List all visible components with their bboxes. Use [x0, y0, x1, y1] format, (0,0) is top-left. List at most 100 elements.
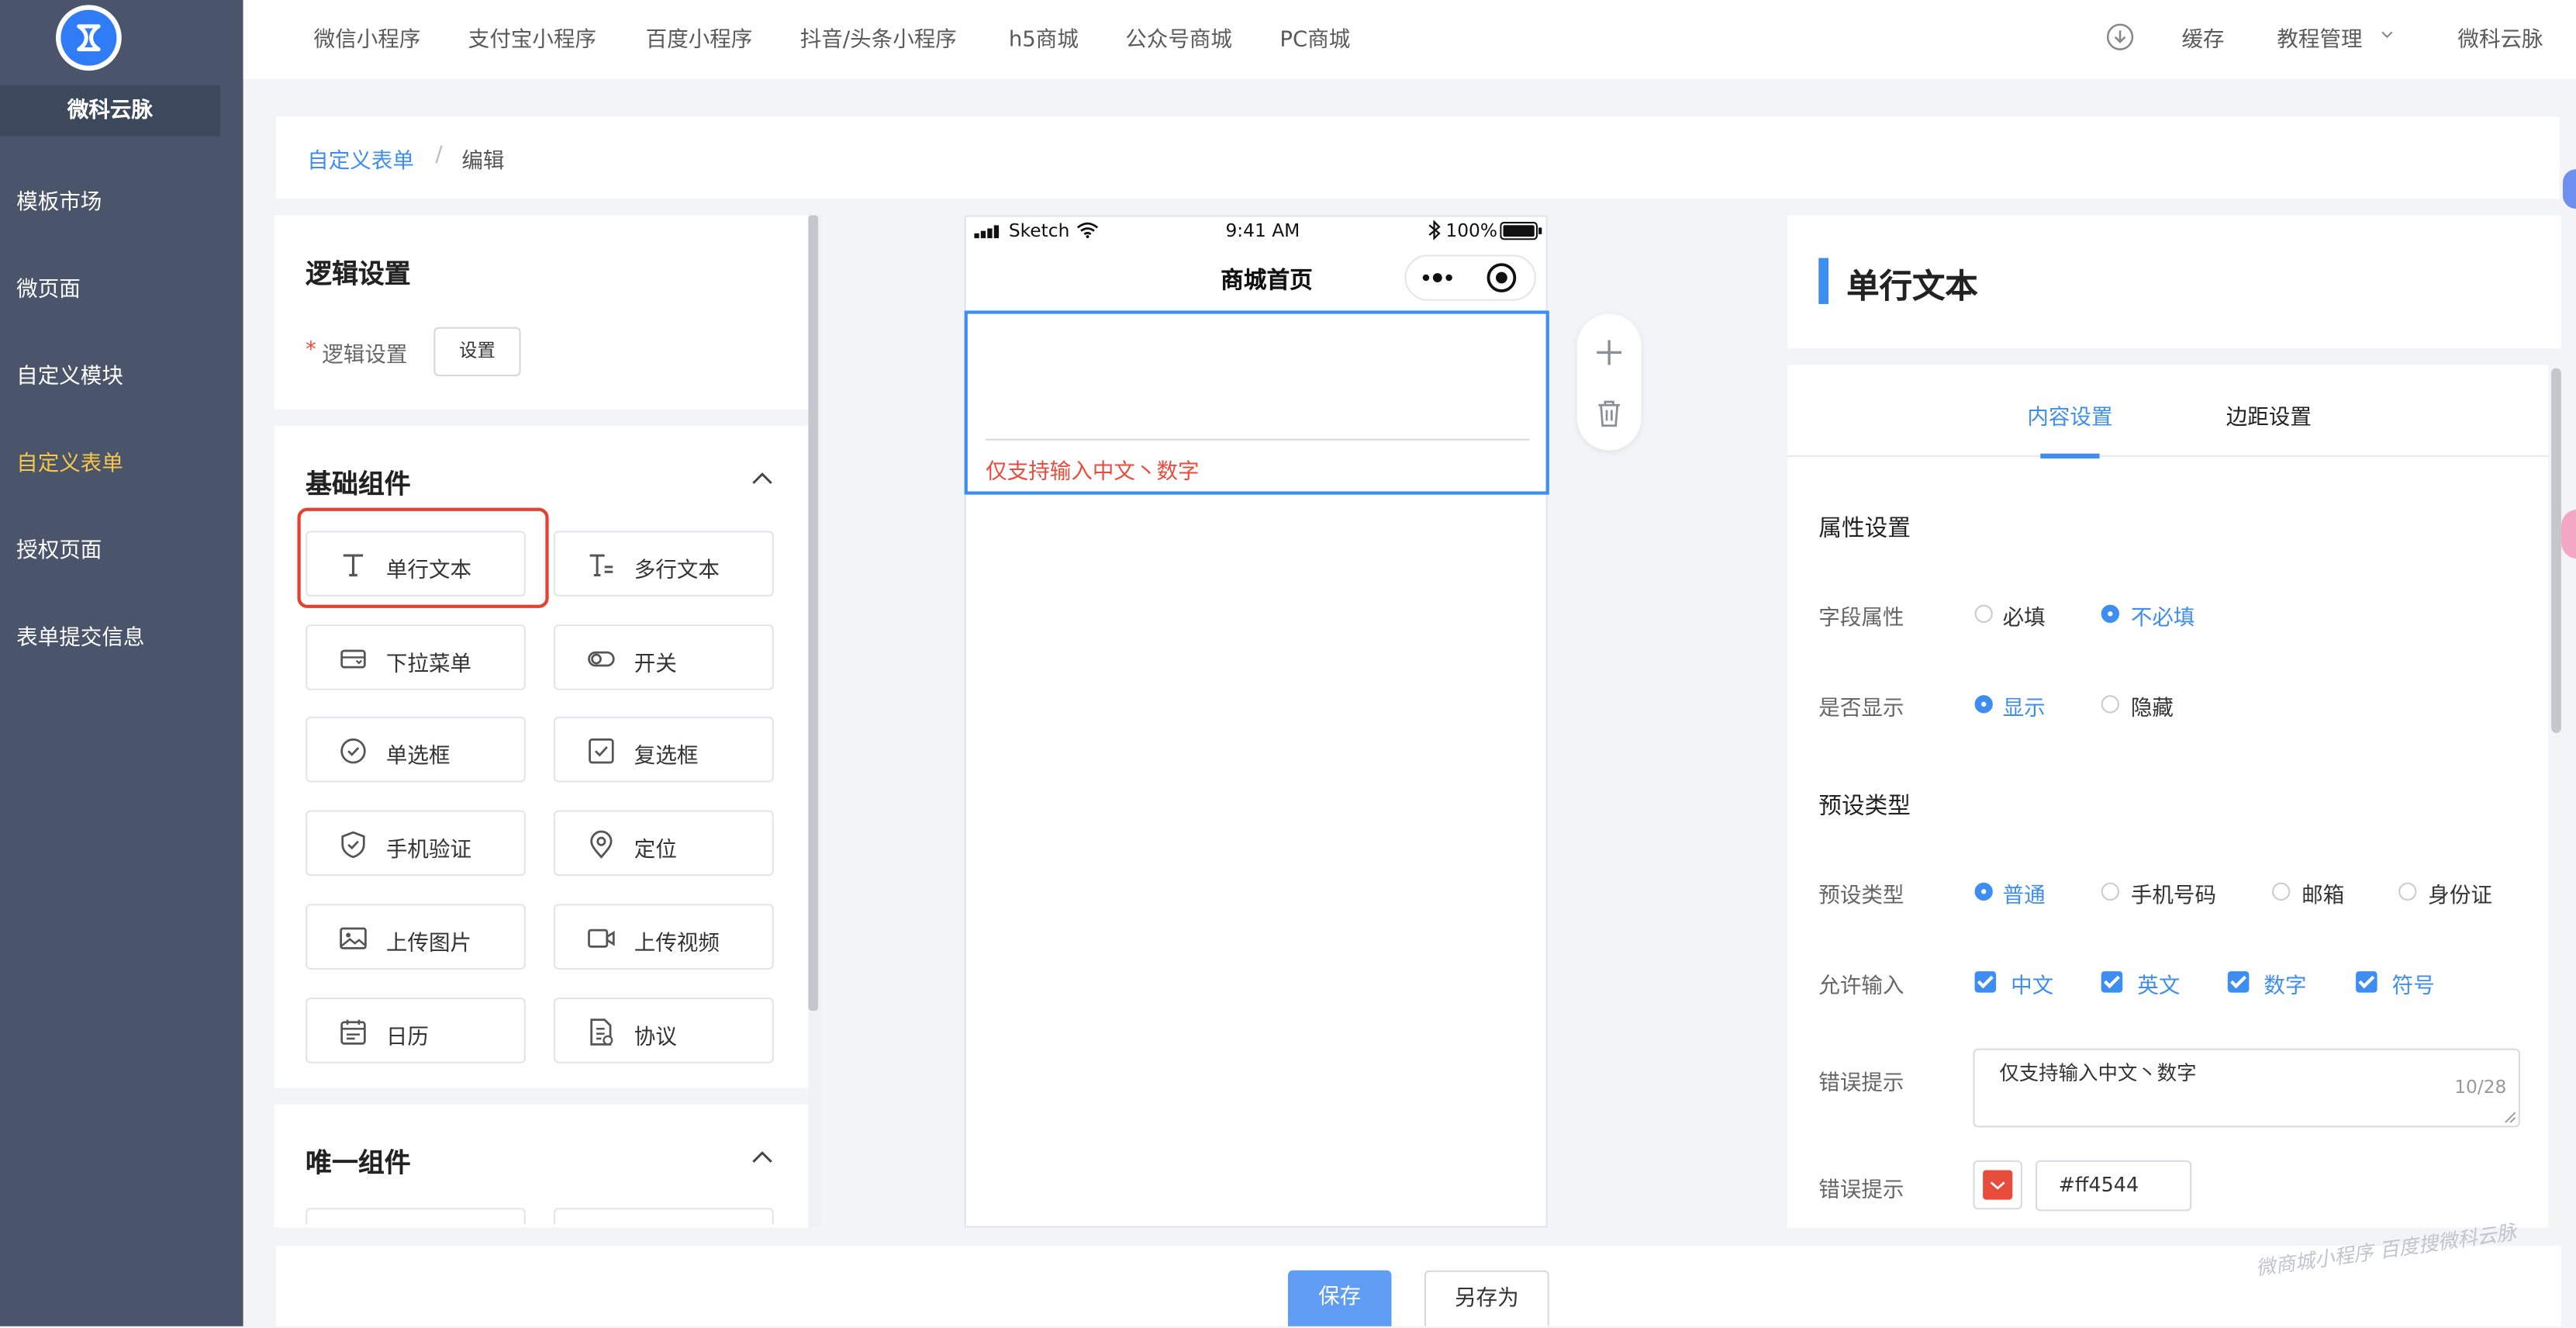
nav-wechat-mini[interactable]: 微信小程序	[314, 22, 421, 53]
tab-divider	[1787, 455, 2548, 457]
breadcrumb-parent[interactable]: 自定义表单	[307, 143, 414, 175]
checkbox-symbol[interactable]	[2356, 971, 2377, 993]
sidebar-item-custom-module[interactable]: 自定义模块	[16, 358, 123, 389]
sidebar-item-auth-page[interactable]: 授权页面	[16, 532, 102, 564]
unique-component-item[interactable]	[553, 1208, 774, 1225]
radio-show[interactable]	[1974, 695, 1993, 714]
nav-alipay-mini[interactable]: 支付宝小程序	[468, 22, 596, 53]
component-label: 协议	[634, 1024, 677, 1050]
nav-douyin-mini[interactable]: 抖音/头条小程序	[800, 22, 957, 53]
side-float-button[interactable]	[2560, 509, 2576, 559]
radio-email-label[interactable]: 邮箱	[2301, 877, 2344, 909]
component-upload-image-button[interactable]: 上传图片	[306, 903, 526, 970]
component-upload-video-button[interactable]: 上传视频	[553, 903, 774, 970]
save-button[interactable]: 保存	[1287, 1270, 1392, 1326]
sidebar-item-custom-form[interactable]: 自定义表单	[16, 445, 123, 477]
radio-hide-label[interactable]: 隐藏	[2131, 690, 2174, 721]
chevron-up-icon[interactable]	[751, 1149, 774, 1165]
checkbox-number-label[interactable]: 数字	[2263, 968, 2306, 999]
nav-pc-mall[interactable]: PC商城	[1279, 22, 1350, 53]
allow-input-label: 允许输入	[1818, 974, 1904, 1000]
radio-id-card[interactable]	[2398, 882, 2417, 901]
nav-h5-mall[interactable]: h5商城	[1009, 22, 1079, 53]
chevron-up-icon[interactable]	[751, 470, 774, 486]
basic-components-title: 基础组件	[306, 468, 411, 500]
radio-normal-label[interactable]: 普通	[2003, 877, 2046, 909]
radio-normal[interactable]	[1974, 882, 1993, 901]
preset-type-label: 预设类型	[1818, 884, 1904, 909]
component-calendar-button[interactable]: 日历	[306, 996, 526, 1063]
side-float-button[interactable]	[2563, 169, 2576, 209]
left-scrollbar-thumb[interactable]	[808, 215, 819, 1011]
location-icon	[586, 830, 616, 859]
header-accent-bar	[1818, 258, 1829, 304]
color-hex-value[interactable]: #ff4544	[2059, 1174, 2139, 1197]
nav-official-account-mall[interactable]: 公众号商城	[1125, 22, 1232, 53]
radio-required-label[interactable]: 必填	[2003, 600, 2046, 631]
component-multi-line-text-button[interactable]: 多行文本	[553, 531, 774, 597]
component-phone-verify-button[interactable]: 手机验证	[306, 810, 526, 877]
field-attr-label: 字段属性	[1818, 606, 1904, 631]
tab-margin-settings[interactable]: 边距设置	[2226, 399, 2312, 431]
error-tip-count: 10/28	[2454, 1076, 2507, 1098]
bluetooth-icon	[1428, 220, 1441, 240]
component-label: 手机验证	[385, 838, 472, 863]
battery-percent: 100%	[1445, 220, 1498, 242]
radio-phone[interactable]	[2101, 882, 2119, 901]
component-label: 日历	[385, 1024, 429, 1050]
right-scrollbar-thumb[interactable]	[2551, 368, 2561, 733]
unique-component-item[interactable]	[306, 1208, 526, 1225]
phone-page-title: 商城首页	[1221, 268, 1313, 295]
radio-hide[interactable]	[2101, 695, 2119, 714]
component-dropdown-button[interactable]: 下拉菜单	[306, 624, 526, 690]
radio-show-label[interactable]: 显示	[2003, 690, 2046, 721]
more-dots-icon[interactable]	[1419, 266, 1455, 289]
radio-optional-label[interactable]: 不必填	[2131, 600, 2195, 631]
video-icon	[586, 923, 616, 953]
sidebar-item-form-submissions[interactable]: 表单提交信息	[16, 620, 144, 651]
brand-name: 微科云脉	[0, 85, 220, 137]
cache-button[interactable]: 缓存	[2182, 22, 2225, 53]
user-menu[interactable]: 微科云脉	[2457, 22, 2543, 53]
radio-phone-label[interactable]: 手机号码	[2131, 877, 2216, 909]
component-location-button[interactable]: 定位	[553, 810, 774, 877]
plus-icon[interactable]	[1595, 338, 1623, 366]
target-close-icon[interactable]	[1485, 261, 1518, 294]
component-agreement-button[interactable]: 协议	[553, 996, 774, 1063]
download-icon[interactable]	[2106, 23, 2134, 51]
checkbox-english[interactable]	[2101, 971, 2123, 993]
radio-email[interactable]	[2272, 882, 2291, 901]
checkbox-icon	[586, 737, 616, 766]
tutorial-menu[interactable]: 教程管理	[2277, 22, 2362, 53]
checkbox-chinese[interactable]	[1974, 971, 1997, 993]
logic-settings-button[interactable]: 设置	[433, 327, 521, 377]
checkbox-chinese-label[interactable]: 中文	[2011, 968, 2053, 999]
nav-baidu-mini[interactable]: 百度小程序	[646, 22, 753, 53]
error-tip-value[interactable]: 仅支持输入中文丶数字	[1999, 1058, 2196, 1086]
unique-components-title: 唯一组件	[306, 1146, 411, 1179]
calendar-icon	[338, 1016, 368, 1046]
color-swatch[interactable]	[1983, 1170, 2013, 1200]
radio-icon	[338, 737, 368, 766]
radio-required[interactable]	[1974, 604, 1993, 623]
sidebar-item-micro-page[interactable]: 微页面	[16, 271, 81, 303]
trash-icon[interactable]	[1597, 399, 1621, 427]
save-as-button[interactable]: 另存为	[1424, 1270, 1549, 1326]
radio-optional[interactable]	[2101, 604, 2119, 623]
battery-icon	[1500, 222, 1542, 240]
logo-mark	[60, 9, 117, 66]
sidebar-item-template-market[interactable]: 模板市场	[16, 184, 102, 216]
checkbox-number[interactable]	[2227, 971, 2250, 993]
error-color-label: 错误提示	[1818, 1178, 1904, 1203]
component-radio-button[interactable]: 单选框	[306, 717, 526, 783]
properties-title: 单行文本	[1846, 266, 1978, 306]
tab-content-settings[interactable]: 内容设置	[2027, 399, 2112, 431]
checkbox-english-label[interactable]: 英文	[2137, 968, 2180, 999]
component-switch-button[interactable]: 开关	[553, 624, 774, 690]
chevron-down-icon[interactable]	[2381, 28, 2394, 41]
checkbox-symbol-label[interactable]: 符号	[2392, 968, 2435, 999]
multi-line-text-icon	[586, 551, 616, 580]
component-checkbox-button[interactable]: 复选框	[553, 717, 774, 783]
resize-handle-icon[interactable]	[2504, 1111, 2517, 1124]
radio-id-card-label[interactable]: 身份证	[2428, 877, 2492, 909]
